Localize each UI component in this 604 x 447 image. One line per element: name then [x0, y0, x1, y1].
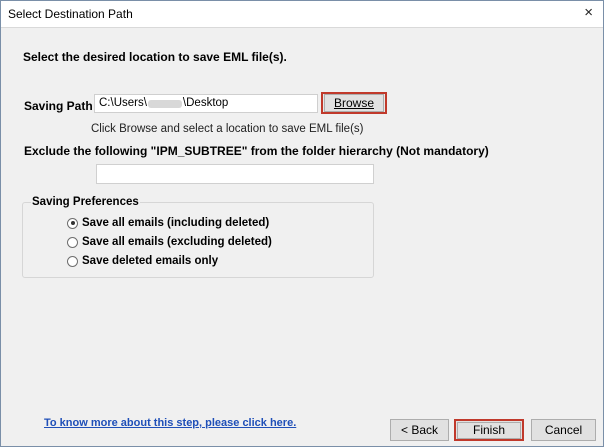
help-link[interactable]: To know more about this step, please cli…: [44, 417, 296, 429]
dialog-title: Select Destination Path: [8, 7, 133, 21]
saving-path-prefix: C:\Users\: [99, 97, 147, 109]
radio-button-selected[interactable]: [67, 217, 78, 229]
radio-label: Save all emails (including deleted): [82, 217, 270, 229]
saving-path-suffix: \Desktop: [182, 97, 229, 109]
finish-button-label: Finish: [457, 421, 521, 439]
saving-preferences-legend: Saving Preferences: [31, 196, 140, 208]
back-button[interactable]: < Back: [390, 419, 449, 441]
finish-button[interactable]: Finish: [454, 419, 524, 441]
radio-save-deleted-only[interactable]: Save deleted emails only: [67, 255, 218, 267]
page-heading: Select the desired location to save EML …: [23, 50, 287, 64]
browse-button-label: Browse: [333, 96, 374, 110]
redacted-username: [147, 99, 182, 108]
title-bar: Select Destination Path ×: [1, 1, 603, 28]
radio-save-all-including-deleted[interactable]: Save all emails (including deleted): [67, 217, 269, 229]
radio-label: Save all emails (excluding deleted): [82, 236, 272, 248]
browse-hint: Click Browse and select a location to sa…: [91, 123, 364, 135]
radio-button[interactable]: [67, 255, 78, 267]
radio-save-all-excluding-deleted[interactable]: Save all emails (excluding deleted): [67, 236, 272, 248]
radio-button[interactable]: [67, 236, 78, 248]
dialog-content: Select the desired location to save EML …: [1, 28, 603, 446]
radio-label: Save deleted emails only: [82, 255, 219, 267]
cancel-button[interactable]: Cancel: [531, 419, 596, 441]
exclude-field[interactable]: [96, 164, 374, 184]
close-icon[interactable]: ×: [584, 4, 593, 21]
browse-button[interactable]: Browse: [321, 92, 387, 114]
saving-path-field[interactable]: C:\Users\ \Desktop: [94, 94, 318, 113]
saving-path-label: Saving Path: [24, 99, 93, 113]
exclude-label: Exclude the following "IPM_SUBTREE" from…: [24, 144, 489, 158]
dialog-window: Select Destination Path × Select the des…: [0, 0, 604, 447]
